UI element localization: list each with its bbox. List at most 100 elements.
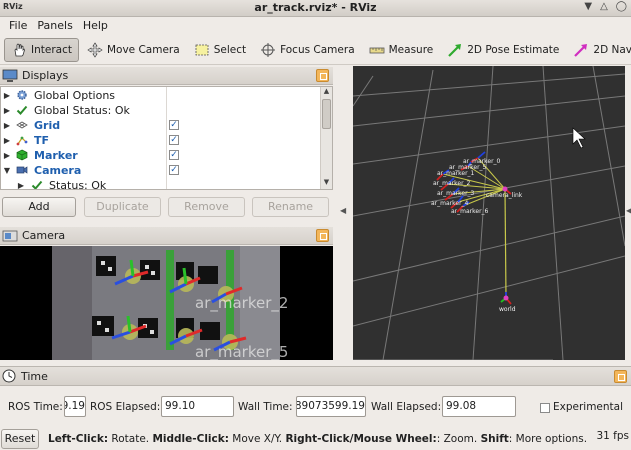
expand-arrow-icon[interactable]: ▶	[3, 106, 11, 115]
camera-marker-label: ar_marker_5	[195, 343, 289, 360]
displays-panel-close-button[interactable]	[316, 69, 329, 82]
camera-panel-title: Camera	[22, 229, 66, 242]
window-title: ar_track.rviz* - RViz	[254, 1, 377, 14]
marker-cube-icon	[16, 149, 28, 161]
camera-panel-close-button[interactable]	[316, 229, 329, 242]
displays-button-row: Add Duplicate Remove Rename	[0, 197, 333, 219]
select-tool-button[interactable]: Select	[188, 38, 252, 62]
menu-panels[interactable]: Panels	[32, 17, 77, 35]
display-item-camera[interactable]: ▼ Camera ✓	[1, 163, 321, 178]
help-middle-click-text: Move X/Y.	[228, 433, 286, 445]
expand-arrow-icon[interactable]: ▶	[3, 91, 11, 100]
ros-time-label: ROS Time:	[8, 401, 63, 413]
display-item-camera-status[interactable]: ▶ Status: Ok	[1, 178, 321, 190]
display-item-global-options[interactable]: ▶ Global Options	[1, 88, 321, 103]
ruler-icon	[369, 47, 385, 53]
scrollbar-thumb[interactable]	[322, 99, 331, 129]
time-panel-close-button[interactable]	[614, 370, 627, 383]
display-item-label: Global Status: Ok	[34, 104, 130, 117]
reset-button[interactable]: Reset	[1, 429, 39, 449]
fps-readout: 31 fps	[596, 430, 629, 442]
frame-label: ar_marker_3	[437, 190, 475, 197]
expand-arrow-icon[interactable]: ▶	[3, 151, 11, 160]
ros-elapsed-field[interactable]: 99.10	[161, 396, 234, 417]
rename-display-button[interactable]: Rename	[252, 197, 329, 217]
camera-marker-label: ar_marker_2	[195, 294, 289, 312]
title-bar: RViz ar_track.rviz* - RViz ▼ △ ◯	[0, 0, 631, 17]
tf-icon	[16, 136, 28, 146]
move-camera-tool-button[interactable]: Move Camera	[81, 38, 186, 62]
clock-icon	[2, 369, 16, 383]
help-right-click-text: : Zoom.	[436, 433, 481, 445]
display-item-label: TF	[34, 134, 50, 147]
grid-icon	[16, 121, 28, 129]
check-icon	[31, 180, 43, 189]
minimize-icon[interactable]: ▼	[584, 1, 592, 12]
experimental-label: Experimental	[553, 401, 624, 413]
help-middle-click: Middle-Click:	[152, 433, 229, 445]
camera-enable-checkbox[interactable]: ✓	[169, 165, 179, 175]
time-panel-title: Time	[21, 369, 48, 383]
focus-camera-tool-button[interactable]: Focus Camera	[254, 38, 361, 62]
2d-pose-estimate-tool-button[interactable]: 2D Pose Estimate	[441, 38, 565, 62]
duplicate-display-button[interactable]: Duplicate	[84, 197, 161, 217]
help-shift: Shift	[480, 433, 509, 445]
remove-display-button[interactable]: Remove	[168, 197, 245, 217]
select-box-icon	[195, 44, 209, 55]
collapse-arrow-icon[interactable]: ▼	[3, 166, 11, 175]
display-item-global-status[interactable]: ▶ Global Status: Ok	[1, 103, 321, 118]
displays-panel-header: Displays	[0, 67, 333, 85]
interact-tool-label: Interact	[31, 43, 72, 56]
experimental-checkbox[interactable]	[540, 403, 550, 413]
marker-enable-checkbox[interactable]: ✓	[169, 150, 179, 160]
maximize-icon[interactable]: △	[600, 1, 608, 12]
wall-time-field[interactable]: 1489073599.19	[296, 396, 366, 417]
close-window-icon[interactable]: ◯	[616, 1, 627, 12]
camera-image-view[interactable]: ar_marker_2 ar_marker_5	[0, 246, 333, 360]
world-frame-label: world	[499, 306, 516, 313]
menu-file[interactable]: File	[4, 17, 32, 35]
monitor-icon	[2, 69, 18, 82]
3d-scene-canvas	[353, 66, 625, 360]
display-item-label: Status: Ok	[49, 179, 107, 190]
display-item-marker[interactable]: ▶ Marker ✓	[1, 148, 321, 163]
hand-icon	[14, 42, 25, 56]
time-panel-header: Time	[0, 366, 631, 386]
2d-nav-goal-tool-button[interactable]: 2D Nav Goal	[567, 38, 631, 62]
grid-enable-checkbox[interactable]: ✓	[169, 120, 179, 130]
add-display-button[interactable]: Add	[2, 197, 76, 217]
2d-pose-estimate-tool-label: 2D Pose Estimate	[467, 43, 560, 56]
menu-help[interactable]: Help	[78, 17, 113, 35]
tf-enable-checkbox[interactable]: ✓	[169, 135, 179, 145]
gear-icon	[17, 90, 27, 100]
focus-camera-tool-label: Focus Camera	[280, 43, 355, 56]
interact-tool-button[interactable]: Interact	[4, 37, 79, 62]
2d-nav-goal-tool-label: 2D Nav Goal	[593, 43, 631, 56]
ros-elapsed-label: ROS Elapsed:	[90, 401, 161, 413]
crosshair-icon	[261, 42, 276, 57]
menu-bar: File Panels Help	[0, 17, 631, 35]
frame-label: ar_marker_4	[431, 200, 469, 207]
display-item-grid[interactable]: ▶ Grid ✓	[1, 118, 321, 133]
green-arrow-icon	[448, 43, 462, 57]
expand-arrow-icon[interactable]: ▶	[3, 121, 11, 130]
measure-tool-button[interactable]: Measure	[363, 38, 440, 62]
wall-elapsed-label: Wall Elapsed:	[371, 401, 442, 413]
wall-elapsed-field[interactable]: 99.08	[442, 396, 516, 417]
right-collapse-arrow-icon[interactable]: ◀	[626, 206, 631, 215]
left-collapse-arrow-icon[interactable]: ◀	[340, 206, 346, 215]
3d-render-view[interactable]: ar_marker_0 ar_marker_1 ar_marker_2 ar_m…	[353, 66, 625, 360]
expand-arrow-icon[interactable]: ▶	[17, 181, 25, 189]
display-item-tf[interactable]: ▶ TF ✓	[1, 133, 321, 148]
camera-panel-icon	[2, 230, 18, 241]
displays-scrollbar[interactable]: ▲ ▼	[320, 87, 332, 189]
measure-tool-label: Measure	[388, 43, 434, 56]
help-left-click-text: Rotate.	[108, 433, 153, 445]
expand-arrow-icon[interactable]: ▶	[3, 136, 11, 145]
displays-tree: ▶ Global Options ▶ Global Status: Ok ▶ G…	[0, 86, 333, 190]
display-item-label: Camera	[34, 164, 82, 177]
camera-icon	[16, 166, 28, 174]
help-left-click: Left-Click:	[48, 433, 109, 445]
display-item-label: Global Options	[34, 89, 116, 102]
ros-time-field[interactable]: 1489073599.19	[64, 396, 86, 417]
